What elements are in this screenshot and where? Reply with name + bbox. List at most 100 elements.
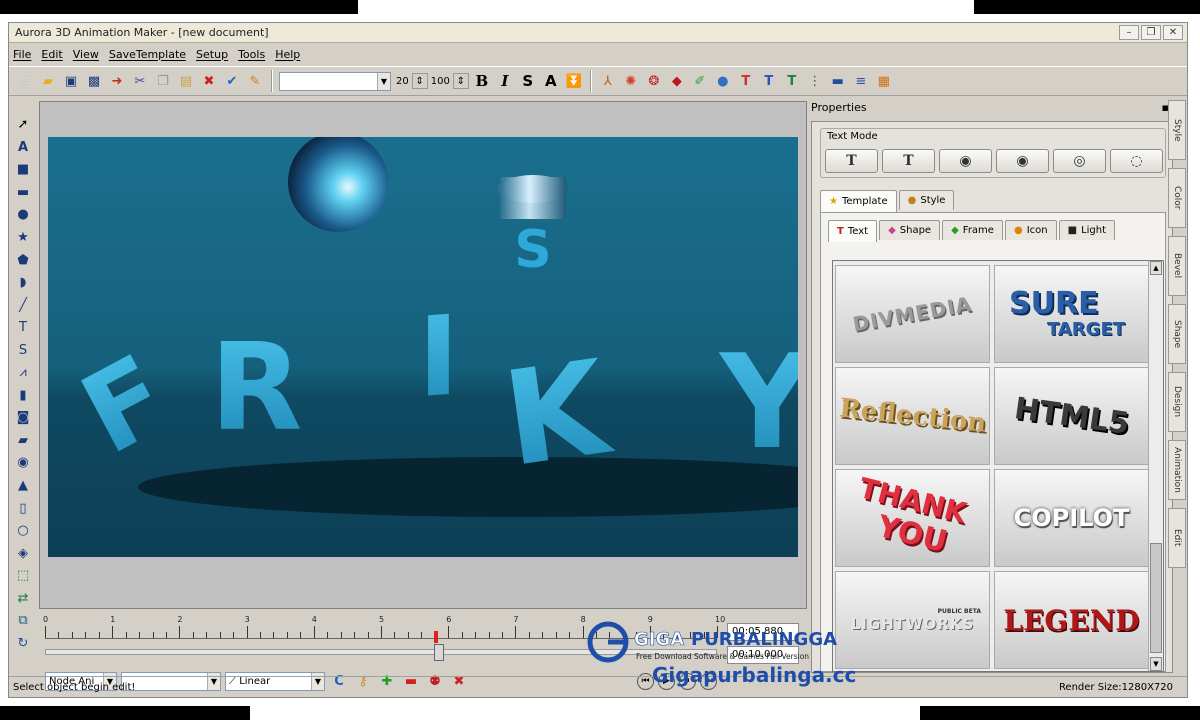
strike-button[interactable]: S	[518, 71, 538, 91]
menu-setup[interactable]: Setup	[196, 48, 228, 61]
letter-y[interactable]: Y	[718, 326, 798, 478]
film-icon[interactable]: ▬	[828, 71, 848, 91]
new-file-icon[interactable]: ▯	[15, 71, 35, 91]
pentagon-icon[interactable]: ⬟	[15, 250, 31, 270]
template-legend[interactable]: LEGEND	[994, 571, 1149, 669]
template-divmedia[interactable]: DIVMEDIA	[835, 265, 990, 363]
cube-icon[interactable]: ◆	[667, 71, 687, 91]
s-shape-icon[interactable]: S	[15, 340, 31, 360]
render-icon[interactable]: ✺	[621, 71, 641, 91]
subtab-text[interactable]: T Text	[828, 220, 878, 242]
italic-button[interactable]: I	[495, 71, 515, 91]
subtab-frame[interactable]: ◆ Frame	[942, 220, 1003, 240]
ring-icon[interactable]: ○	[15, 521, 31, 541]
subtab-shape[interactable]: ◆ Shape	[879, 220, 941, 240]
side-tab-style[interactable]: Style	[1168, 100, 1186, 160]
paste-icon[interactable]: ▤	[176, 71, 196, 91]
menu-tools[interactable]: Tools	[238, 48, 265, 61]
text-mode-ring-button[interactable]: ◎	[1053, 149, 1106, 173]
rectangle-icon[interactable]: ■	[15, 160, 31, 180]
star-icon[interactable]: ★	[15, 228, 31, 248]
cut-icon[interactable]: ✂	[130, 71, 150, 91]
letter-f[interactable]: F	[62, 331, 188, 479]
text-mode-sphere-button[interactable]: ◉	[996, 149, 1049, 173]
scroll-down-icon[interactable]: ▼	[1150, 657, 1162, 671]
layers-icon[interactable]: ≡	[851, 71, 871, 91]
menu-help[interactable]: Help	[275, 48, 300, 61]
template-thank-you[interactable]: THANK YOU	[835, 469, 990, 567]
text3d-b-icon[interactable]: T	[759, 71, 779, 91]
floating-s-object[interactable]: S	[498, 175, 568, 280]
axis-icon[interactable]: ⅄	[598, 71, 618, 91]
torus-icon[interactable]: ◉	[15, 453, 31, 473]
menu-file[interactable]: File	[13, 48, 31, 61]
circle-icon[interactable]: ●	[15, 205, 31, 225]
image-icon[interactable]: ▦	[874, 71, 894, 91]
menu-view[interactable]: View	[73, 48, 99, 61]
save-as-icon[interactable]: ▩	[84, 71, 104, 91]
text-mode-bevel-button[interactable]: T	[882, 149, 935, 173]
minimize-button[interactable]: –	[1119, 25, 1139, 40]
scroll-up-icon[interactable]: ▲	[1150, 261, 1162, 275]
scrollbar-thumb[interactable]	[1150, 543, 1162, 653]
shape-a-icon[interactable]: ▮	[15, 386, 31, 406]
side-tab-color[interactable]: Color	[1168, 168, 1186, 228]
spinner-icon[interactable]: ⇕	[411, 73, 428, 89]
pencil-icon[interactable]: ✎	[245, 71, 265, 91]
template-reflection[interactable]: Reflection	[835, 367, 990, 465]
clear-icon[interactable]: ✔	[222, 71, 242, 91]
spinner-icon[interactable]: ⇕	[452, 73, 469, 89]
text3d-icon[interactable]: T	[736, 71, 756, 91]
maximize-button[interactable]: ❐	[1141, 25, 1161, 40]
mesh-icon[interactable]: ◈	[15, 543, 31, 563]
side-tab-bevel[interactable]: Bevel	[1168, 236, 1186, 296]
subtab-icon[interactable]: ● Icon	[1004, 220, 1057, 240]
select-arrow-icon[interactable]: ➚	[15, 115, 31, 135]
font-family-select[interactable]: ▼	[279, 71, 391, 91]
cylinder-icon[interactable]: ▯	[15, 498, 31, 518]
side-tab-animation[interactable]: Animation	[1168, 440, 1186, 500]
tab-style[interactable]: ● Style	[898, 190, 955, 210]
glass-sphere[interactable]	[288, 137, 388, 232]
text-mode-outline-button[interactable]: ◌	[1110, 149, 1163, 173]
import-icon[interactable]: ⬚	[15, 566, 31, 586]
open-folder-icon[interactable]: ▰	[38, 71, 58, 91]
tab-template[interactable]: ★ Template	[820, 190, 897, 212]
text-tool-icon[interactable]: A	[15, 138, 31, 158]
shape-b-icon[interactable]: ◙	[15, 408, 31, 428]
line-icon[interactable]: ╱	[15, 295, 31, 315]
cone-icon[interactable]: ▲	[15, 476, 31, 496]
rotate-icon[interactable]: ↻	[15, 634, 31, 654]
shadow-button[interactable]: A	[541, 71, 561, 91]
rounded-rect-icon[interactable]: ▬	[15, 183, 31, 203]
menu-savetemplate[interactable]: SaveTemplate	[109, 48, 186, 61]
bold-button[interactable]: B	[472, 71, 492, 91]
export-icon[interactable]: ➜	[107, 71, 127, 91]
paint-icon[interactable]: ✐	[690, 71, 710, 91]
letter-r[interactable]: R	[210, 319, 302, 458]
curve-icon[interactable]: ◗	[15, 273, 31, 293]
template-sure-target[interactable]: SURE TARGET	[994, 265, 1149, 363]
close-button[interactable]: ✕	[1163, 25, 1183, 40]
text-mode-round-button[interactable]: ◉	[939, 149, 992, 173]
double-chevron-icon[interactable]: ⏬	[564, 71, 584, 91]
save-icon[interactable]: ▣	[61, 71, 81, 91]
side-tab-edit[interactable]: Edit	[1168, 508, 1186, 568]
move-icon[interactable]: ⇄	[15, 588, 31, 608]
side-tab-shape[interactable]: Shape	[1168, 304, 1186, 364]
menu-edit[interactable]: Edit	[41, 48, 62, 61]
textbox-icon[interactable]: T	[15, 318, 31, 338]
letter-k[interactable]: K	[495, 331, 620, 496]
shape-c-icon[interactable]: ▰	[15, 431, 31, 451]
copy-icon[interactable]: ❐	[153, 71, 173, 91]
side-tab-design[interactable]: Design	[1168, 372, 1186, 432]
text3d-c-icon[interactable]: T	[782, 71, 802, 91]
align-icon[interactable]: ⋮	[805, 71, 825, 91]
sphere-icon[interactable]: ●	[713, 71, 733, 91]
letter-i[interactable]: I	[418, 291, 459, 422]
subtab-light[interactable]: ■ Light	[1058, 220, 1116, 240]
text-mode-flat-button[interactable]: T	[825, 149, 878, 173]
chart-icon[interactable]: ⩘	[15, 363, 31, 383]
template-scrollbar[interactable]: ▲ ▼	[1148, 261, 1163, 671]
delete-icon[interactable]: ✖	[199, 71, 219, 91]
